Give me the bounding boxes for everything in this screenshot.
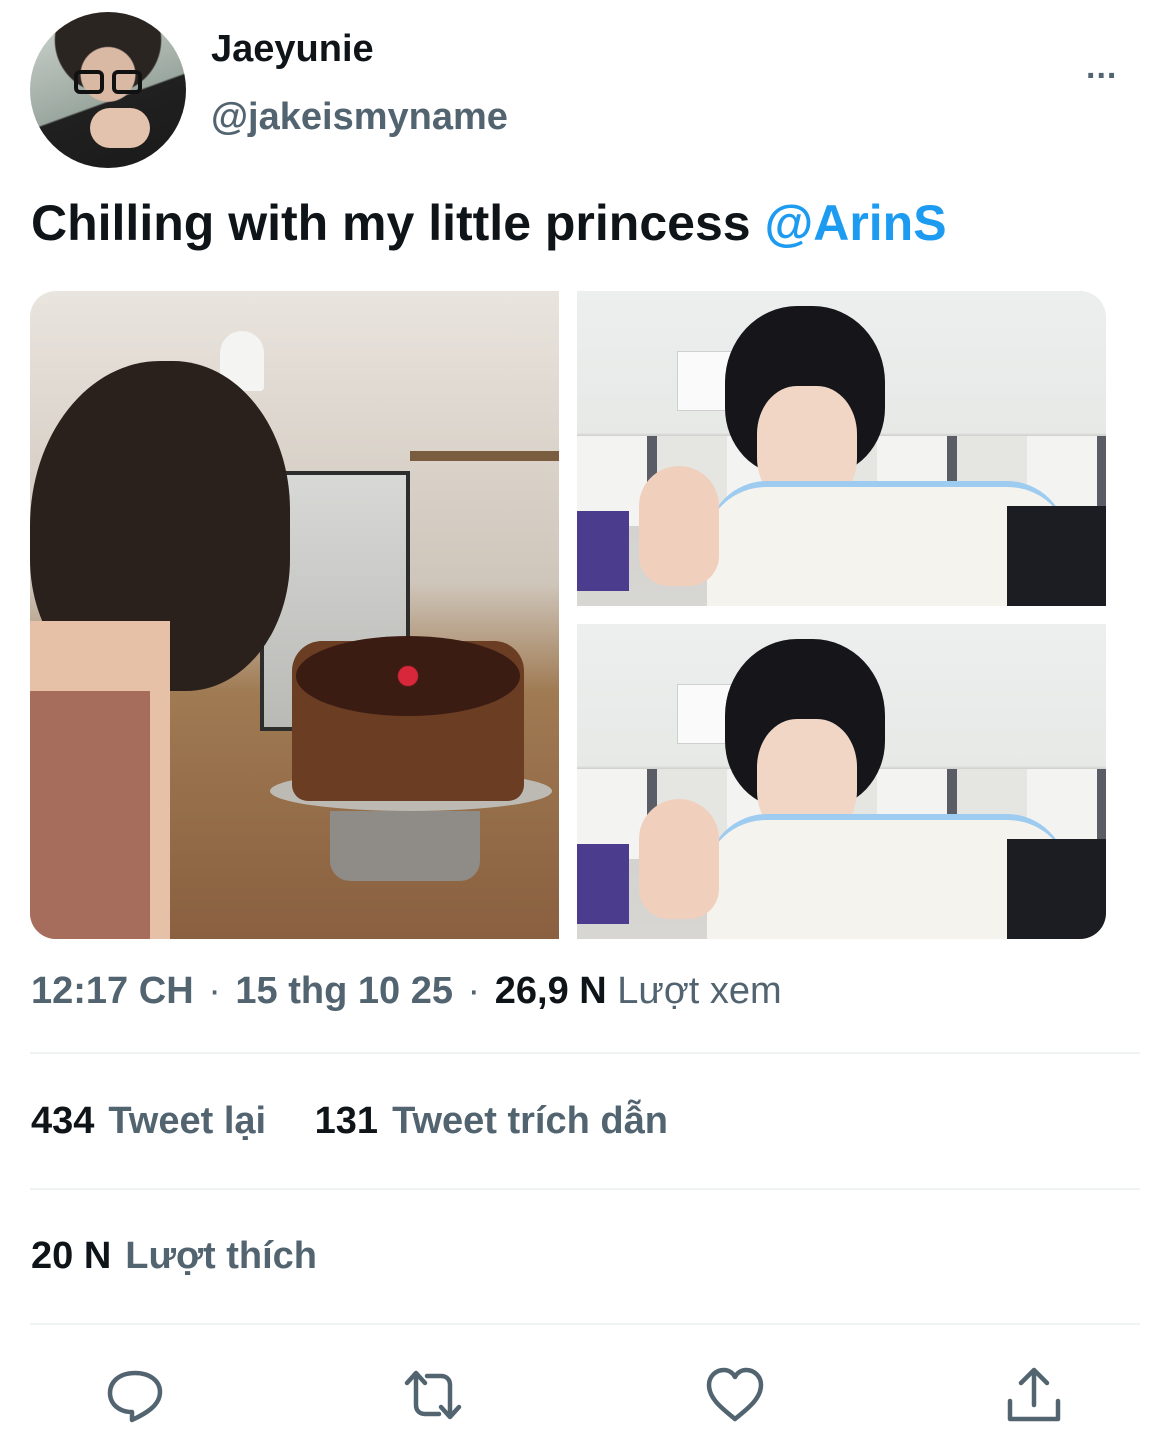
share-button[interactable]: [1004, 1365, 1064, 1425]
user-handle[interactable]: @jakeismyname: [211, 96, 508, 139]
photo-apron: [30, 691, 150, 939]
reply-icon: [107, 1370, 163, 1423]
likes-stat[interactable]: 20 N Lượt thích: [31, 1235, 317, 1277]
stats-row-retweets: 434 Tweet lại 131 Tweet trích dẫn: [31, 1100, 668, 1143]
photo-hand: [639, 466, 719, 586]
quotes-label: Tweet trích dẫn: [392, 1100, 668, 1142]
photo-book: [577, 511, 629, 591]
boy-photo-wave[interactable]: [577, 624, 1106, 939]
views-label: Lượt xem: [617, 970, 782, 1012]
boy-photo-peace-sign[interactable]: [577, 291, 1106, 606]
tweet-time[interactable]: 12:17 CH: [31, 970, 194, 1012]
tweet-date[interactable]: 15 thg 10 25: [235, 970, 453, 1012]
reply-button[interactable]: [105, 1365, 165, 1425]
tweet-text: Chilling with my little princess @ArinS: [31, 194, 947, 252]
photo-hand: [639, 799, 719, 919]
divider: [30, 1323, 1140, 1325]
tweet-meta: 12:17 CH · 15 thg 10 25 · 26,9 N Lượt xe…: [31, 970, 782, 1013]
avatar-hand: [90, 108, 150, 148]
divider: [30, 1052, 1140, 1054]
tweet-body: Chilling with my little princess: [31, 195, 765, 251]
like-icon: [706, 1367, 764, 1422]
quotes-stat[interactable]: 131 Tweet trích dẫn: [315, 1100, 668, 1142]
photo-sleeve: [1007, 839, 1106, 939]
media-grid: [30, 291, 1106, 939]
photo-sleeve: [1007, 506, 1106, 606]
meta-separator: ·: [467, 970, 481, 1012]
photo-stand-base: [330, 811, 480, 881]
share-icon: [1007, 1367, 1061, 1422]
likes-label: Lượt thích: [125, 1235, 318, 1277]
retweets-label: Tweet lại: [108, 1100, 267, 1142]
photo-cake-top: [296, 636, 520, 716]
like-button[interactable]: [705, 1365, 765, 1425]
mention-link[interactable]: @ArinS: [764, 195, 946, 251]
photo-shelf: [410, 451, 559, 461]
avatar-glasses-left: [74, 70, 104, 94]
avatar[interactable]: [30, 12, 186, 168]
photo-book: [577, 844, 629, 924]
retweet-button[interactable]: [403, 1365, 463, 1425]
views-count: 26,9 N: [494, 970, 607, 1012]
divider: [30, 1188, 1140, 1190]
cake-photo[interactable]: [30, 291, 559, 939]
likes-count: 20 N: [31, 1235, 112, 1277]
retweets-count: 434: [31, 1100, 95, 1142]
retweet-icon: [404, 1370, 462, 1420]
more-options-icon[interactable]: ...: [1086, 48, 1117, 87]
quotes-count: 131: [314, 1100, 379, 1142]
retweets-stat[interactable]: 434 Tweet lại: [31, 1100, 277, 1142]
display-name[interactable]: Jaeyunie: [211, 28, 374, 71]
stats-row-likes: 20 N Lượt thích: [31, 1235, 317, 1278]
avatar-glasses-right: [112, 70, 142, 94]
meta-separator: ·: [208, 970, 221, 1012]
